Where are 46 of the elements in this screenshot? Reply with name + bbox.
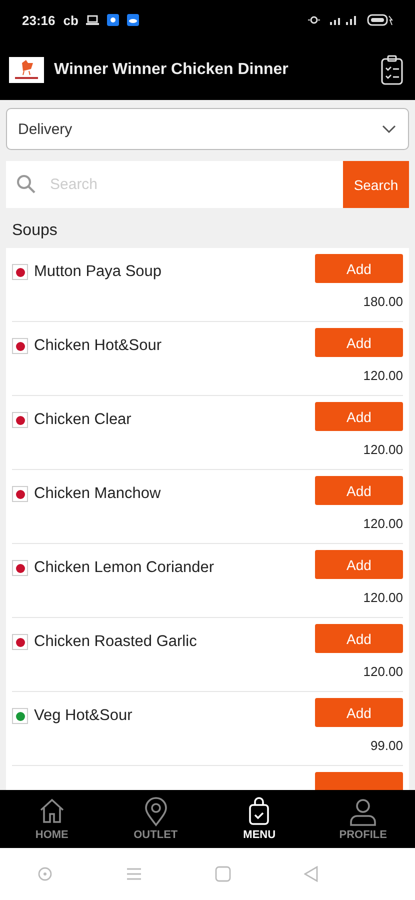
notification-icon	[107, 14, 120, 26]
item-price: 99.00	[370, 738, 403, 753]
assistant-icon[interactable]	[36, 866, 53, 882]
item-price: 120.00	[363, 664, 403, 679]
order-type-dropdown[interactable]: Delivery	[6, 108, 409, 150]
item-name: Chicken Lemon Coriander	[34, 559, 216, 577]
menu-icon[interactable]	[126, 867, 142, 881]
add-button[interactable]: Add	[315, 328, 403, 357]
item-name: Chicken Manchow	[34, 485, 162, 503]
cloud-icon	[127, 14, 140, 26]
nav-tab[interactable]: HOME	[0, 790, 104, 848]
nav-tab[interactable]: OUTLET	[104, 790, 208, 848]
search-button[interactable]: Search	[343, 161, 409, 208]
carrier-label: cb	[63, 12, 78, 28]
status-time: 23:16	[22, 12, 56, 28]
chevron-down-icon	[382, 125, 396, 133]
laptop-icon	[86, 15, 100, 25]
app-title: Winner Winner Chicken Dinner	[54, 61, 290, 79]
battery-icon	[367, 14, 393, 26]
logo-icon	[9, 57, 44, 83]
item-price: 120.00	[363, 368, 403, 383]
item-name: Mutton Paya Soup	[34, 263, 163, 281]
back-icon[interactable]	[304, 866, 318, 882]
home-square-icon[interactable]	[215, 866, 232, 882]
item-price: 120.00	[363, 590, 403, 605]
category-heading: Soups	[11, 221, 58, 241]
add-button[interactable]: Add	[315, 476, 403, 505]
add-button[interactable]: Add	[315, 254, 403, 283]
item-name: Veg Hot&Sour	[34, 707, 134, 725]
add-button[interactable]: Add	[315, 624, 403, 653]
add-button[interactable]: Add	[315, 550, 403, 579]
item-name: Chicken Clear	[34, 411, 132, 429]
person-icon	[348, 797, 378, 827]
item-name: Chicken Roasted Garlic	[34, 633, 198, 651]
search-icon	[16, 174, 36, 194]
nav-tab[interactable]: MENU	[208, 790, 312, 848]
add-button[interactable]: Add	[315, 402, 403, 431]
clipboard-checklist-icon[interactable]	[381, 55, 403, 85]
nav-tab[interactable]: PROFILE	[311, 790, 415, 848]
item-price: 120.00	[363, 516, 403, 531]
item-price: 120.00	[363, 442, 403, 457]
add-button[interactable]: Add	[315, 698, 403, 727]
item-name: Chicken Hot&Sour	[34, 337, 163, 355]
hotspot-icon	[307, 14, 321, 26]
signal-icon	[329, 14, 359, 26]
item-price: 180.00	[363, 294, 403, 309]
